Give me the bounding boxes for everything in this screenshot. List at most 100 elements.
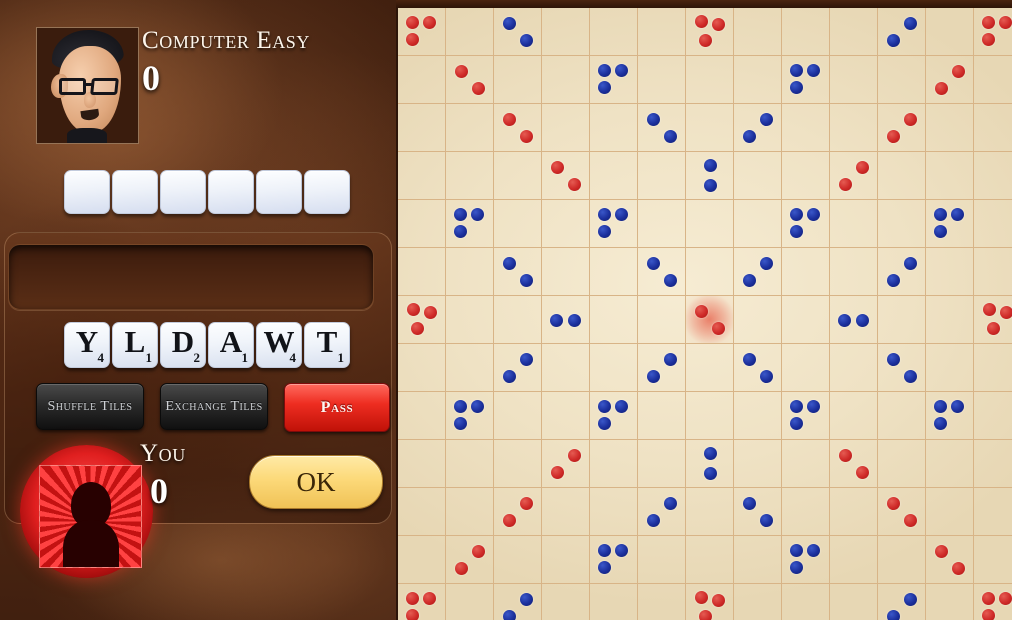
pass-button[interactable]: Pass bbox=[284, 383, 390, 432]
board-cell[interactable] bbox=[782, 248, 830, 296]
board-cell[interactable] bbox=[926, 392, 974, 440]
board-cell[interactable] bbox=[734, 344, 782, 392]
board-cell[interactable] bbox=[926, 344, 974, 392]
board-cell[interactable] bbox=[926, 8, 974, 56]
board-cell[interactable] bbox=[398, 488, 446, 536]
board-cell[interactable] bbox=[878, 488, 926, 536]
board-cell[interactable] bbox=[638, 584, 686, 620]
board-cell[interactable] bbox=[494, 584, 542, 620]
board-cell[interactable] bbox=[734, 200, 782, 248]
board-cell[interactable] bbox=[398, 8, 446, 56]
player-avatar[interactable] bbox=[39, 465, 142, 568]
board-cell[interactable] bbox=[926, 56, 974, 104]
board-cell[interactable] bbox=[734, 392, 782, 440]
board-cell[interactable] bbox=[878, 104, 926, 152]
board-cell[interactable] bbox=[686, 392, 734, 440]
board-cell[interactable] bbox=[638, 536, 686, 584]
board-cell[interactable] bbox=[878, 248, 926, 296]
board-cell[interactable] bbox=[686, 488, 734, 536]
board-cell[interactable] bbox=[974, 536, 1012, 584]
board-cell[interactable] bbox=[782, 200, 830, 248]
board-cell[interactable] bbox=[686, 200, 734, 248]
board-cell[interactable] bbox=[590, 152, 638, 200]
board-cell[interactable] bbox=[494, 104, 542, 152]
board-cell[interactable] bbox=[590, 200, 638, 248]
board-cell[interactable] bbox=[542, 488, 590, 536]
board-cell[interactable] bbox=[878, 152, 926, 200]
board-cell[interactable] bbox=[830, 440, 878, 488]
board-cell[interactable] bbox=[830, 344, 878, 392]
board-cell[interactable] bbox=[830, 584, 878, 620]
ok-button[interactable]: OK bbox=[249, 455, 383, 509]
board-cell[interactable] bbox=[638, 200, 686, 248]
board-cell[interactable] bbox=[446, 536, 494, 584]
board-cell[interactable] bbox=[686, 104, 734, 152]
board-cell[interactable] bbox=[974, 56, 1012, 104]
board-cell[interactable] bbox=[878, 56, 926, 104]
board-cell[interactable] bbox=[638, 152, 686, 200]
board-cell[interactable] bbox=[590, 8, 638, 56]
player-tile-rack[interactable]: Y4L1D2A1W4T1 bbox=[64, 322, 350, 368]
board-cell[interactable] bbox=[782, 488, 830, 536]
board-cell[interactable] bbox=[974, 584, 1012, 620]
board-cell[interactable] bbox=[782, 296, 830, 344]
board-cell[interactable] bbox=[398, 296, 446, 344]
board-cell[interactable] bbox=[446, 392, 494, 440]
board-cell[interactable] bbox=[782, 440, 830, 488]
board-cell[interactable] bbox=[494, 296, 542, 344]
board-cell[interactable] bbox=[638, 8, 686, 56]
board-cell[interactable] bbox=[878, 296, 926, 344]
board-cell[interactable] bbox=[494, 200, 542, 248]
board-cell[interactable] bbox=[446, 200, 494, 248]
board-cell[interactable] bbox=[686, 584, 734, 620]
board-cell[interactable] bbox=[446, 440, 494, 488]
board-cell[interactable] bbox=[446, 152, 494, 200]
rack-tile[interactable]: D2 bbox=[160, 322, 206, 368]
board-cell[interactable] bbox=[878, 536, 926, 584]
board-cell[interactable] bbox=[926, 536, 974, 584]
board-cell[interactable] bbox=[494, 8, 542, 56]
board-cell[interactable] bbox=[686, 8, 734, 56]
board-cell[interactable] bbox=[590, 296, 638, 344]
board-cell[interactable] bbox=[734, 536, 782, 584]
rack-tile[interactable]: Y4 bbox=[64, 322, 110, 368]
board-cell[interactable] bbox=[878, 8, 926, 56]
board-cell[interactable] bbox=[974, 248, 1012, 296]
word-entry-area[interactable] bbox=[8, 244, 374, 310]
board-cell[interactable] bbox=[494, 440, 542, 488]
board-cell[interactable] bbox=[734, 440, 782, 488]
board-cell[interactable] bbox=[638, 56, 686, 104]
board-cell[interactable] bbox=[494, 152, 542, 200]
board-cell[interactable] bbox=[686, 152, 734, 200]
board-cell[interactable] bbox=[494, 56, 542, 104]
board-cell[interactable] bbox=[974, 440, 1012, 488]
board-cell[interactable] bbox=[686, 536, 734, 584]
board-cell[interactable] bbox=[974, 392, 1012, 440]
rack-tile[interactable]: T1 bbox=[304, 322, 350, 368]
board-cell[interactable] bbox=[542, 392, 590, 440]
board-cell[interactable] bbox=[398, 248, 446, 296]
board-cell[interactable] bbox=[734, 56, 782, 104]
board-cell[interactable] bbox=[446, 56, 494, 104]
board-cell[interactable] bbox=[974, 296, 1012, 344]
board-cell[interactable] bbox=[974, 488, 1012, 536]
board-cell[interactable] bbox=[590, 536, 638, 584]
board-cell[interactable] bbox=[830, 8, 878, 56]
board-cell[interactable] bbox=[734, 248, 782, 296]
board-cell[interactable] bbox=[398, 152, 446, 200]
board-cell[interactable] bbox=[830, 200, 878, 248]
board-cell[interactable] bbox=[590, 488, 638, 536]
board-cell[interactable] bbox=[542, 296, 590, 344]
board-cell[interactable] bbox=[782, 152, 830, 200]
board-cell[interactable] bbox=[590, 248, 638, 296]
board-cell[interactable] bbox=[878, 200, 926, 248]
board-cell[interactable] bbox=[926, 440, 974, 488]
board-cell[interactable] bbox=[590, 584, 638, 620]
board-cell[interactable] bbox=[446, 344, 494, 392]
board-cell[interactable] bbox=[926, 248, 974, 296]
board-cell[interactable] bbox=[398, 104, 446, 152]
board-cell[interactable] bbox=[782, 584, 830, 620]
board-cell[interactable] bbox=[926, 488, 974, 536]
board-cell[interactable] bbox=[446, 8, 494, 56]
board-cell[interactable] bbox=[782, 56, 830, 104]
